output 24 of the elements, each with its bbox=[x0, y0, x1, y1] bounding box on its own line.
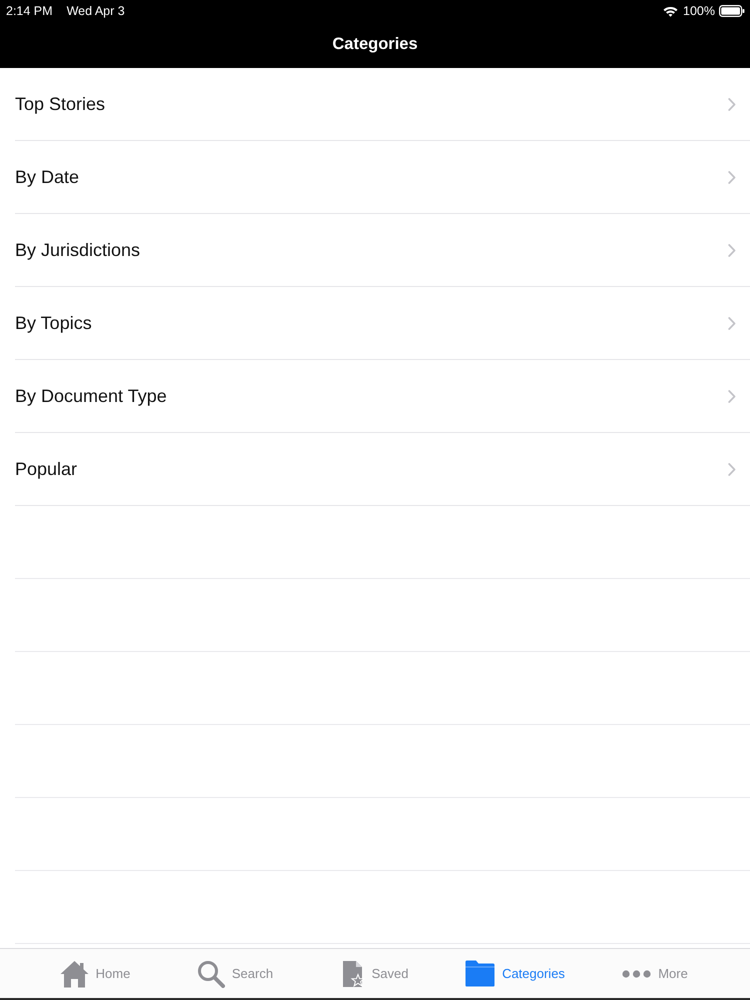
category-row[interactable]: Popular bbox=[15, 433, 750, 506]
folder-icon bbox=[465, 960, 496, 987]
chevron-right-icon bbox=[728, 316, 736, 330]
nav-title: Categories bbox=[332, 34, 418, 54]
tab-item[interactable]: Categories bbox=[445, 952, 585, 996]
category-row[interactable]: By Topics bbox=[15, 287, 750, 360]
house-icon bbox=[60, 960, 89, 988]
chevron-right-icon bbox=[728, 98, 736, 110]
battery-percentage: 100% bbox=[683, 4, 715, 18]
chevron-right-icon bbox=[728, 244, 736, 256]
more-dots-icon bbox=[622, 970, 652, 978]
battery-icon bbox=[719, 5, 745, 17]
wifi-icon bbox=[663, 6, 678, 16]
category-row[interactable]: By Jurisdictions bbox=[15, 214, 750, 287]
chevron-right-icon bbox=[728, 462, 736, 476]
search-icon bbox=[196, 960, 225, 988]
chevron-right-icon bbox=[728, 170, 736, 184]
status-date: Wed Apr 3 bbox=[66, 4, 125, 18]
category-row[interactable]: Top Stories bbox=[15, 68, 750, 141]
category-row[interactable]: By Date bbox=[15, 141, 750, 214]
category-row[interactable]: By Document Type bbox=[15, 360, 750, 433]
document-star-icon bbox=[342, 960, 365, 988]
chevron-right-icon bbox=[728, 390, 736, 402]
status-time: 2:14 PM bbox=[6, 4, 53, 18]
